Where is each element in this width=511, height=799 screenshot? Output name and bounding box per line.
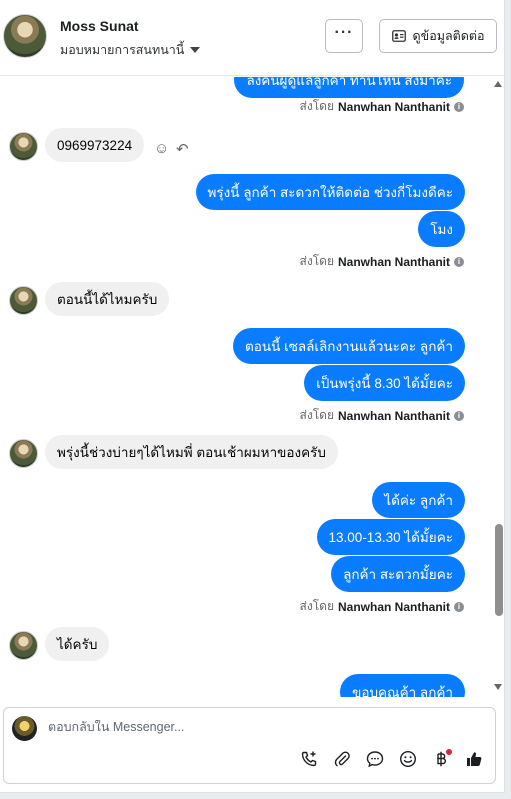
scroll-up-arrow[interactable] [494,81,502,87]
reply-composer [3,707,496,784]
contact-card-icon [391,30,406,42]
assign-label: มอบหมายการสนทนานี้ [60,43,185,57]
sent-by-label: ส่งโดย Nanwhan Nanthanit i [300,597,464,616]
message-bubble-outgoing[interactable]: พรุ่งนี้ ลูกค้า สะดวกให้ติดต่อ ช่วงกี่โม… [195,174,465,210]
reply-icon[interactable]: ↶ [176,140,189,158]
contact-avatar-small [9,439,38,468]
react-emoji-icon[interactable]: ☺ [154,140,169,157]
contact-avatar-small [9,132,38,161]
message-list: ลิงค์นี้ผู้ดูแลลูกค้า ท่านไหน ส่งมาค่ะ ส… [0,77,504,697]
like-button[interactable] [463,748,485,770]
more-options-button[interactable]: ··· [325,19,363,53]
message-bubble-outgoing[interactable]: ได้ค่ะ ลูกค้า [372,482,465,518]
info-icon[interactable]: i [454,256,464,267]
smiley-icon [399,750,417,768]
info-icon[interactable]: i [454,101,464,112]
sent-by-label: ส่งโดย Nanwhan Nanthanit i [300,97,464,116]
view-contact-label: ดูข้อมูลติดต่อ [412,29,485,43]
scrollbar-thumb[interactable] [495,524,503,616]
sent-by-prefix: ส่งโดย [299,99,334,113]
assign-conversation-dropdown[interactable]: มอบหมายการสนทนานี้ [60,40,201,60]
notification-dot [446,749,452,755]
sent-by-agent: Nanwhan Nanthanit [337,99,450,114]
info-icon[interactable]: i [454,410,464,421]
message-bubble-incoming[interactable]: 0969973224 [45,128,145,162]
chat-panel: Moss Sunat มอบหมายการสนทนานี้ ··· ดูข้อม… [0,0,505,793]
sent-by-label: ส่งโดย Nanwhan Nanthanit i [300,406,464,425]
message-bubble-outgoing[interactable]: เป็นพรุ่งนี้ 8.30 ได้มั้ยคะ [304,365,465,401]
message-bubble-outgoing[interactable]: 13.00-13.30 ได้มั้ยคะ [316,519,465,555]
scroll-down-arrow[interactable] [494,684,502,690]
sent-by-prefix: ส่งโดย [299,599,334,613]
message-bubble-outgoing[interactable]: ลูกค้า สะดวกมั้ยคะ [331,556,465,592]
sent-by-prefix: ส่งโดย [299,254,334,268]
message-bubble-incoming[interactable]: พรุ่งนี้ช่วงบ่ายๆได้ไหมพี่ ตอนเช้าผมหาขอ… [45,435,338,469]
contact-name[interactable]: Moss Sunat [60,18,139,34]
paperclip-icon [334,751,350,767]
view-contact-button[interactable]: ดูข้อมูลติดต่อ [379,19,497,53]
emoji-button[interactable] [397,748,419,770]
info-icon[interactable]: i [454,601,464,612]
contact-avatar-small [9,286,38,315]
message-bubble-outgoing[interactable]: ขอบคุณค้า ลูกค้า [340,674,465,697]
sent-by-label: ส่งโดย Nanwhan Nanthanit i [300,252,464,271]
caret-down-icon [190,47,201,53]
sent-by-agent: Nanwhan Nanthanit [337,408,450,423]
sent-by-agent: Nanwhan Nanthanit [337,254,450,269]
message-bubble-incoming[interactable]: ได้ครับ [45,627,110,661]
message-bubble-incoming[interactable]: ตอนนี้ได้ไหมครับ [45,282,170,316]
reply-input[interactable] [48,720,468,734]
message-bubble-outgoing[interactable]: โมง [418,211,465,247]
phone-plus-icon [301,751,317,767]
more-dots-icon: ··· [334,24,354,41]
call-add-button[interactable] [298,748,320,770]
message-bubble-outgoing[interactable]: ตอนนี้ เซลล์เลิกงานแล้วนะคะ ลูกค้า [233,328,465,364]
chat-bubble-icon [366,751,384,768]
message-bubble-outgoing[interactable]: ลิงค์นี้ผู้ดูแลลูกค้า ท่านไหน ส่งมาค่ะ [234,77,464,98]
payment-button[interactable] [430,748,452,770]
contact-avatar[interactable] [3,14,47,58]
composer-toolbar [298,748,485,770]
saved-replies-button[interactable] [364,748,386,770]
agent-avatar [12,716,37,741]
attach-file-button[interactable] [331,748,353,770]
conversation-header: Moss Sunat มอบหมายการสนทนานี้ ··· ดูข้อม… [0,0,504,76]
sent-by-prefix: ส่งโดย [299,408,334,422]
thumbs-up-icon [467,752,482,766]
sent-by-agent: Nanwhan Nanthanit [337,599,450,614]
contact-avatar-small [9,631,38,660]
